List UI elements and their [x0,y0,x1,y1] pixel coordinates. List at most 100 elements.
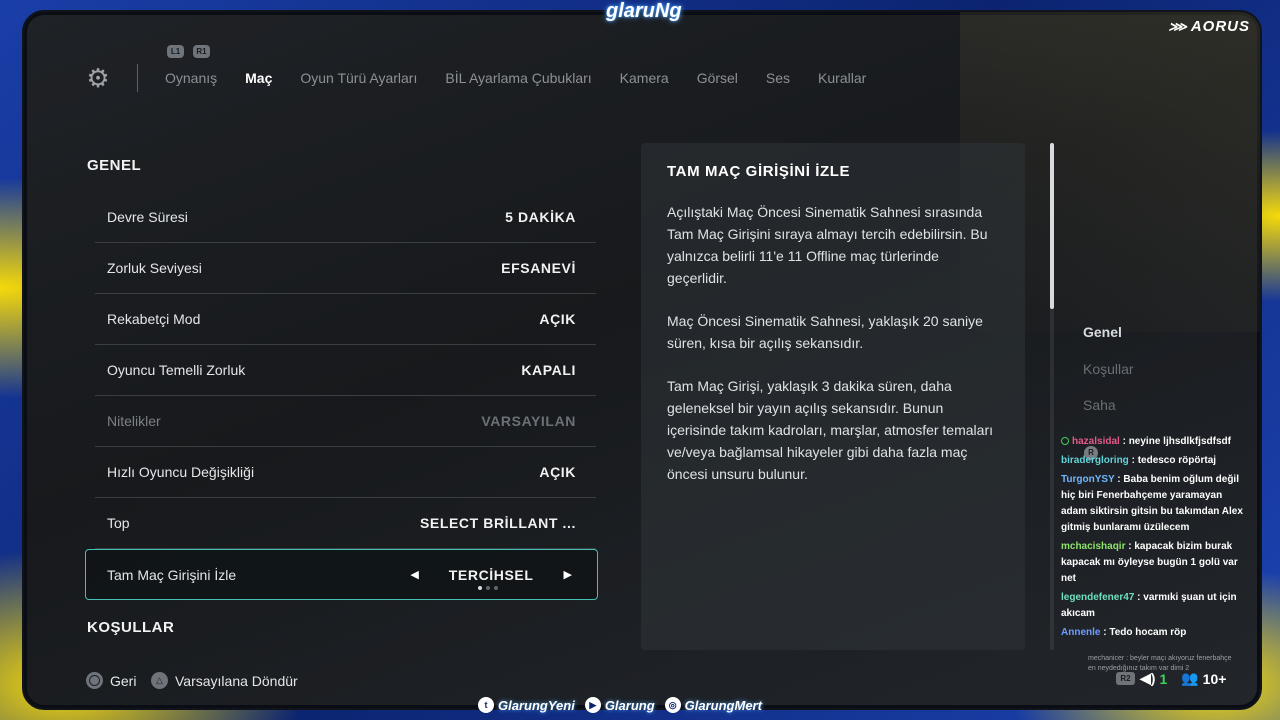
stream-stats: ◀) 1 👥 10+ [1140,670,1226,687]
description-paragraph: Maç Öncesi Sinematik Sahnesi, yaklaşık 2… [667,313,983,351]
option-dot [494,586,498,590]
setting-value: KAPALI [521,362,576,378]
instagram-icon: ◎ [664,697,681,713]
aorus-logo: ⋙ AORUS [1168,18,1250,35]
reset-label: Varsayılana Döndür [175,672,298,689]
back-control[interactable]: Geri [86,672,136,689]
setting-value: AÇIK [539,464,576,480]
chat-username: biradergloring [1061,455,1129,466]
chat-username: TurgonYSY [1061,474,1115,485]
description-title: TAM MAÇ GİRİŞİNİ İZLE [667,163,851,180]
r2-button-hint: R2 [1116,672,1135,685]
setting-label: Zorluk Seviyesi [107,260,202,276]
stat-value: 1 [1159,670,1168,687]
section-title-general: GENEL [87,157,142,174]
back-label: Geri [110,672,137,689]
aorus-label: AORUS [1190,18,1250,35]
setting-row[interactable]: Top SELECT BRİLLANT ... [95,498,596,549]
chat-text: tedesco röpörtaj [1137,455,1217,466]
nav-divider [137,64,138,92]
chat-text: neyine ljhsdlkfjsdfsdf [1128,436,1231,447]
l1-button-hint: L1 [167,45,184,58]
tab-6[interactable]: Ses [766,70,790,86]
chat-text: Tedo hocam röp [1109,627,1187,638]
setting-label: Nitelikler [107,413,161,429]
social-handle: t GlarungYeni [478,697,575,713]
stream-chat: hazalsidal : neyine ljhsdlkfjsdfsdf birad… [1061,434,1251,644]
youtube-icon: ▶ [584,697,601,713]
social-label: GlarungYeni [498,697,575,713]
description-paragraph: Tam Maç Girişi, yaklaşık 3 dakika süren,… [667,378,993,482]
setting-row[interactable]: Devre Süresi 5 DAKİKA [95,192,596,243]
description-panel: TAM MAÇ GİRİŞİNİ İZLE Açılıştaki Maç Önc… [641,143,1025,650]
chat-separator: : [1119,436,1129,447]
setting-row[interactable]: Oyuncu Temelli Zorluk KAPALI [95,345,596,396]
chat-message: legendefener47 : varmıki şuan ut için ak… [1061,590,1251,622]
social-bar: t GlarungYeni ▶ Glarung ◎ GlarungMert [478,697,762,713]
online-status-icon [1061,437,1069,446]
gear-icon[interactable]: ⚙ [86,65,110,91]
social-label: Glarung [604,697,655,713]
setting-label: Top [107,515,130,531]
chat-separator: : [1134,592,1144,603]
tab-2[interactable]: Oyun Türü Ayarları [300,70,417,86]
section-nav-item[interactable]: Genel [1083,324,1122,340]
setting-row[interactable]: Zorluk Seviyesi EFSANEVİ [95,243,596,294]
arrow-right-icon[interactable]: ▶ [564,568,572,581]
tab-1[interactable]: Maç [245,70,272,86]
chat-username: mchacishaqir [1061,541,1126,552]
viewers-icon: 👥 [1181,670,1199,686]
eagle-icon: ⋙ [1168,19,1188,34]
tab-5[interactable]: Görsel [697,70,738,86]
circle-button-icon [86,672,103,689]
option-dot [486,586,490,590]
option-indicator [478,586,498,590]
tab-0[interactable]: Oynanış [165,70,217,86]
setting-label: Hızlı Oyuncu Değişikliği [107,464,255,480]
description-paragraph: Açılıştaki Maç Öncesi Sinematik Sahnesi … [667,204,988,286]
setting-value: TERCİHSEL [448,566,534,583]
setting-label: Tam Maç Girişini İzle [107,566,237,583]
r1-button-hint: R1 [193,45,210,58]
setting-label: Oyuncu Temelli Zorluk [107,362,246,378]
scrollbar-thumb[interactable] [1050,143,1054,309]
chat-username: legendefener47 [1061,592,1135,603]
section-title-conditions: KOŞULLAR [87,619,175,636]
viewers-count: 10+ [1202,670,1227,687]
section-nav-item[interactable]: Koşullar [1083,361,1134,377]
streamer-logo: glaruNg [606,0,682,22]
settings-tabs: Oynanış Maç Oyun Türü Ayarları BİL Ayarlama… [165,70,894,86]
tab-7[interactable]: Kurallar [818,70,866,86]
chat-message: Annenle : Tedo hocam röp [1061,625,1251,641]
setting-value: 5 DAKİKA [505,209,576,225]
chat-message: hazalsidal : neyine ljhsdlkfjsdfsdf [1061,434,1251,450]
setting-row[interactable]: Hızlı Oyuncu Değişikliği AÇIK [95,447,596,498]
setting-label: Rekabetçi Mod [107,311,201,327]
setting-value: SELECT BRİLLANT ... [419,515,576,531]
arrow-left-icon[interactable]: ◀ [410,568,418,581]
setting-row: Nitelikler VARSAYILAN [95,396,596,447]
setting-label: Devre Süresi [107,209,188,225]
tab-4[interactable]: Kamera [620,70,669,86]
chat-message: biradergloring : tedesco röpörtaj [1061,453,1251,469]
social-handle: ▶ Glarung [584,697,655,713]
tab-3[interactable]: BİL Ayarlama Çubukları [445,70,591,86]
triangle-button-icon: △ [151,672,168,689]
setting-row-selected[interactable]: Tam Maç Girişini İzle ◀ TERCİHSEL ▶ [85,549,598,600]
chat-separator: : [1100,627,1110,638]
reset-defaults-control[interactable]: △ Varsayılana Döndür [151,672,298,689]
section-nav-item[interactable]: Saha [1083,397,1116,413]
social-label: GlarungMert [684,697,762,713]
chat-username: Annenle [1061,627,1101,638]
chat-message: mchacishaqir : kapacak bizim burak kapac… [1061,539,1251,587]
speaker-icon: ◀) [1140,670,1156,686]
setting-row[interactable]: Rekabetçi Mod AÇIK [95,294,596,345]
setting-value: AÇIK [539,311,576,327]
setting-value: VARSAYILAN [481,413,576,429]
chat-username: hazalsidal [1072,436,1120,447]
social-handle: ◎ GlarungMert [664,697,762,713]
twitter-icon: t [478,697,494,713]
settings-list: Devre Süresi 5 DAKİKA Zorluk Seviyesi EFSAN… [85,192,598,600]
setting-value: EFSANEVİ [501,260,576,276]
chat-separator: : [1128,455,1138,466]
